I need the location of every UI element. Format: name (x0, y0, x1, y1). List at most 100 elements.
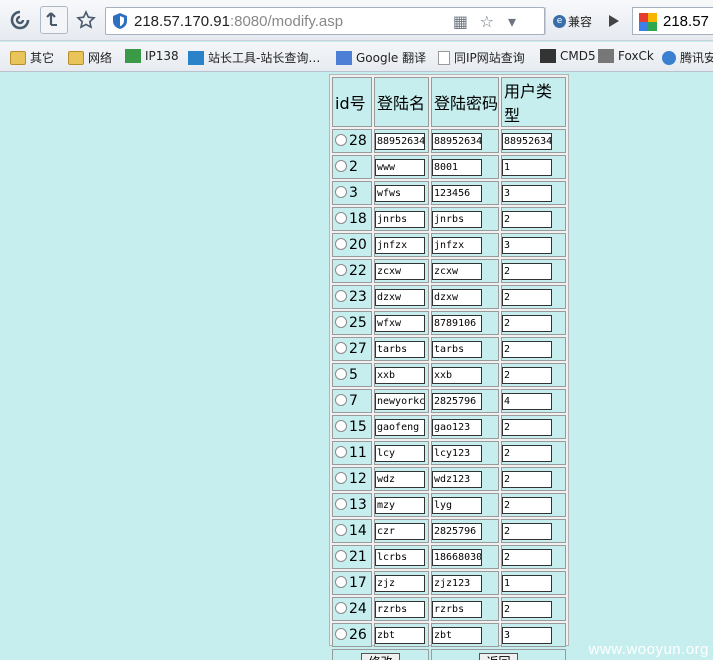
back-button[interactable] (40, 6, 68, 34)
row-select-radio[interactable] (335, 628, 347, 640)
password-input[interactable]: 2825796 (432, 522, 482, 540)
password-input[interactable]: zcxw (432, 262, 482, 280)
row-select-radio[interactable] (335, 134, 347, 146)
row-select-radio[interactable] (335, 342, 347, 354)
row-select-radio[interactable] (335, 186, 347, 198)
bookmark-item[interactable]: IP138 (125, 49, 179, 63)
user-type-input[interactable]: 2 (502, 340, 552, 358)
user-type-input[interactable]: 1 (502, 158, 552, 176)
password-input[interactable]: 8789106 (432, 314, 482, 332)
row-select-radio[interactable] (335, 264, 347, 276)
login-name-input[interactable]: mzy (375, 496, 425, 514)
row-select-radio[interactable] (335, 290, 347, 302)
user-type-input[interactable]: 3 (502, 626, 552, 644)
browser-logo-icon[interactable] (6, 6, 34, 34)
dropdown-arrow-icon[interactable]: ▾ (508, 12, 516, 31)
password-input[interactable]: tarbs (432, 340, 482, 358)
user-type-input[interactable]: 2 (502, 548, 552, 566)
row-select-radio[interactable] (335, 420, 347, 432)
user-type-input[interactable]: 2 (502, 496, 552, 514)
qr-code-icon[interactable]: ▦ (453, 12, 468, 31)
user-type-input[interactable]: 4 (502, 392, 552, 410)
login-name-input[interactable]: lcy (375, 444, 425, 462)
password-input[interactable]: zbt (432, 626, 482, 644)
password-input[interactable]: lyg (432, 496, 482, 514)
user-type-input[interactable]: 2 (502, 288, 552, 306)
password-input[interactable]: 2825796 (432, 392, 482, 410)
user-type-input[interactable]: 2 (502, 444, 552, 462)
go-button[interactable] (602, 7, 626, 35)
login-name-input[interactable]: dzxw (375, 288, 425, 306)
address-bar[interactable]: 218.57.170.91:8080/modify.asp ▦ ☆ ▾ (105, 7, 545, 35)
login-name-input[interactable]: 88952634 (375, 132, 425, 150)
bookmark-item[interactable]: 站长工具-站长查询… (188, 49, 320, 66)
login-name-input[interactable]: wfws (375, 184, 425, 202)
user-type-input[interactable]: 3 (502, 236, 552, 254)
login-name-input[interactable]: xxb (375, 366, 425, 384)
search-box[interactable]: 218.57 (632, 7, 713, 35)
password-input[interactable]: wdz123 (432, 470, 482, 488)
bookmark-item[interactable]: 其它 (10, 49, 54, 66)
user-type-input[interactable]: 2 (502, 600, 552, 618)
password-input[interactable]: gao123 (432, 418, 482, 436)
login-name-input[interactable]: wdz (375, 470, 425, 488)
password-input[interactable]: 88952634 (432, 132, 482, 150)
row-select-radio[interactable] (335, 524, 347, 536)
login-name-input[interactable]: www (375, 158, 425, 176)
password-input[interactable]: lcy123 (432, 444, 482, 462)
password-input[interactable]: jnfzx (432, 236, 482, 254)
login-name-input[interactable]: newyorkc (375, 392, 425, 410)
login-name-input[interactable]: zjz (375, 574, 425, 592)
password-input[interactable]: xxb (432, 366, 482, 384)
row-select-radio[interactable] (335, 498, 347, 510)
user-type-input[interactable]: 2 (502, 366, 552, 384)
back-link-button[interactable]: 返回 (479, 653, 518, 660)
login-name-input[interactable]: rzrbs (375, 600, 425, 618)
user-type-input[interactable]: 2 (502, 210, 552, 228)
row-select-radio[interactable] (335, 394, 347, 406)
user-type-input[interactable]: 2 (502, 418, 552, 436)
row-select-radio[interactable] (335, 238, 347, 250)
user-type-input[interactable]: 1 (502, 574, 552, 592)
login-name-input[interactable]: zbt (375, 626, 425, 644)
row-select-radio[interactable] (335, 212, 347, 224)
login-name-input[interactable]: czr (375, 522, 425, 540)
password-input[interactable]: zjz123 (432, 574, 482, 592)
password-input[interactable]: 18668030 (432, 548, 482, 566)
row-select-radio[interactable] (335, 472, 347, 484)
login-name-input[interactable]: tarbs (375, 340, 425, 358)
modify-button[interactable]: 修改 (361, 653, 400, 660)
bookmark-item[interactable]: Google 翻译 (336, 49, 426, 66)
user-type-input[interactable]: 88952634 (502, 132, 552, 150)
bookmark-item[interactable]: FoxCk (598, 49, 654, 63)
login-name-input[interactable]: gaofeng (375, 418, 425, 436)
row-select-radio[interactable] (335, 602, 347, 614)
password-input[interactable]: dzxw (432, 288, 482, 306)
user-type-input[interactable]: 2 (502, 522, 552, 540)
password-input[interactable]: 8001 (432, 158, 482, 176)
bookmark-item[interactable]: 同IP网站查询 (438, 49, 525, 66)
password-input[interactable]: rzrbs (432, 600, 482, 618)
row-select-radio[interactable] (335, 316, 347, 328)
password-input[interactable]: 123456 (432, 184, 482, 202)
user-type-input[interactable]: 3 (502, 184, 552, 202)
user-type-input[interactable]: 2 (502, 262, 552, 280)
login-name-input[interactable]: lcrbs (375, 548, 425, 566)
row-select-radio[interactable] (335, 368, 347, 380)
login-name-input[interactable]: zcxw (375, 262, 425, 280)
login-name-input[interactable]: wfxw (375, 314, 425, 332)
login-name-input[interactable]: jnfzx (375, 236, 425, 254)
row-select-radio[interactable] (335, 160, 347, 172)
user-type-input[interactable]: 2 (502, 470, 552, 488)
password-input[interactable]: jnrbs (432, 210, 482, 228)
bookmark-item[interactable]: 网络 (68, 49, 112, 66)
compat-mode-button[interactable]: e 兼容 (545, 7, 599, 35)
login-name-input[interactable]: jnrbs (375, 210, 425, 228)
bookmark-star-icon[interactable]: ☆ (480, 12, 494, 31)
favorite-star-button[interactable] (72, 6, 100, 34)
user-type-input[interactable]: 2 (502, 314, 552, 332)
bookmark-item[interactable]: 腾讯安 (662, 49, 713, 66)
row-select-radio[interactable] (335, 576, 347, 588)
row-select-radio[interactable] (335, 550, 347, 562)
row-select-radio[interactable] (335, 446, 347, 458)
